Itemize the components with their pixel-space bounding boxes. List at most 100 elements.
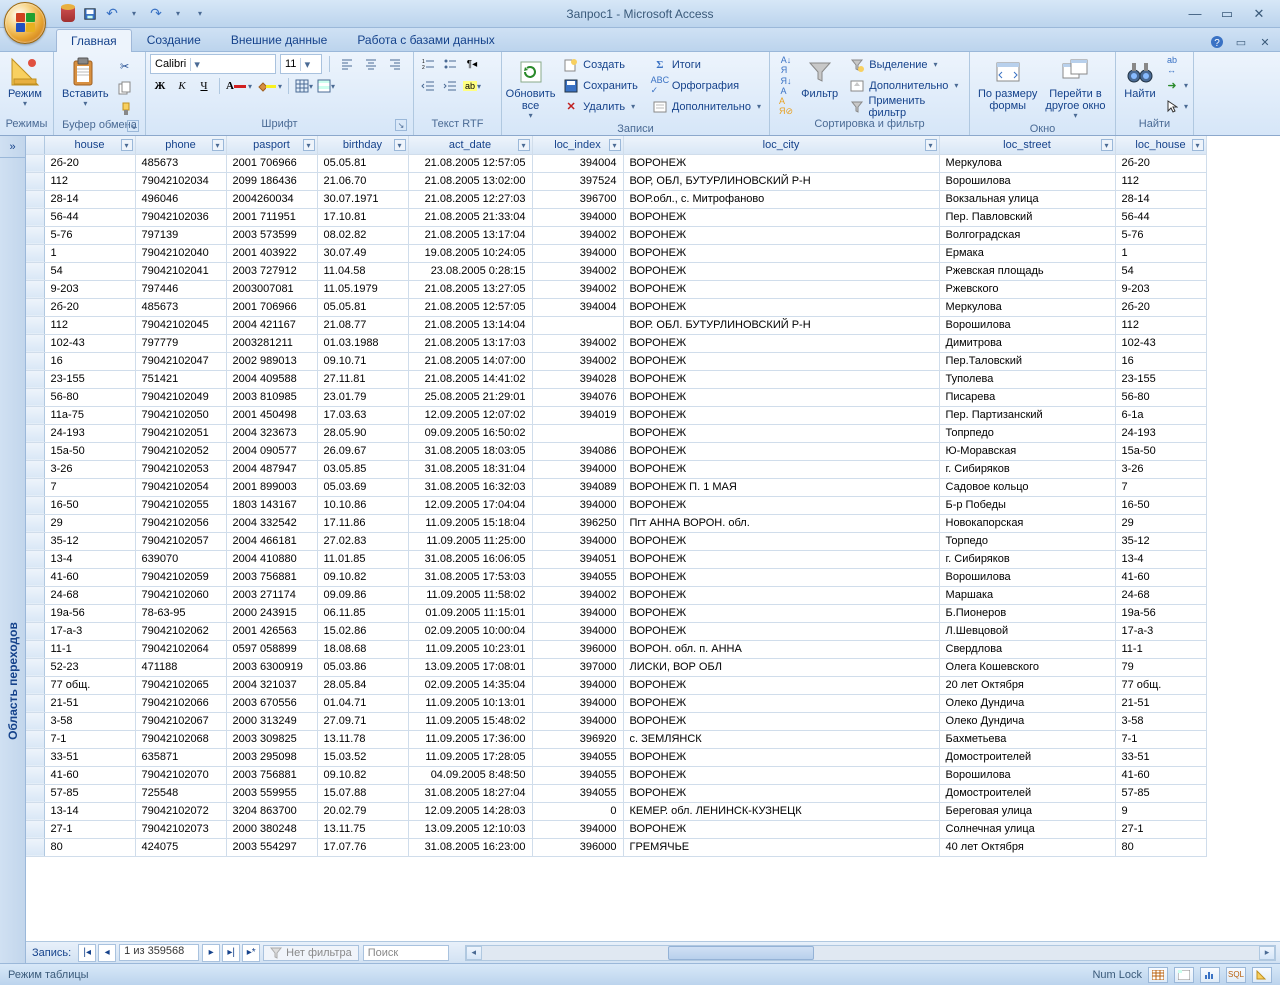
cell[interactable]: 79042102073 xyxy=(135,820,226,838)
table-row[interactable]: 2б-204856732001 70696605.05.8121.08.2005… xyxy=(26,154,1206,172)
cell[interactable]: 394000 xyxy=(532,460,623,478)
cell[interactable]: 05.03.69 xyxy=(317,478,408,496)
cell[interactable]: 2003 727912 xyxy=(226,262,317,280)
cell[interactable]: 79042102054 xyxy=(135,478,226,496)
table-row[interactable]: 102-43797779200328121101.03.198821.08.20… xyxy=(26,334,1206,352)
cell[interactable]: 13-4 xyxy=(44,550,135,568)
cell[interactable]: 28-14 xyxy=(44,190,135,208)
cell[interactable]: 21.08.2005 13:27:05 xyxy=(408,280,532,298)
ribbon-tab-home[interactable]: Главная xyxy=(56,29,132,52)
cell[interactable]: 16 xyxy=(1115,352,1206,370)
cell[interactable]: Маршака xyxy=(939,586,1115,604)
cell[interactable]: 29 xyxy=(44,514,135,532)
cell[interactable]: 79042102052 xyxy=(135,442,226,460)
cell[interactable]: 11.09.2005 17:36:00 xyxy=(408,730,532,748)
cell[interactable]: 394002 xyxy=(532,352,623,370)
horizontal-scrollbar[interactable]: ◂ ▸ xyxy=(465,945,1276,961)
table-row[interactable]: 804240752003 55429717.07.7631.08.2005 16… xyxy=(26,838,1206,856)
cell[interactable]: 21.08.77 xyxy=(317,316,408,334)
recnav-prev[interactable]: ◂ xyxy=(98,944,116,962)
delete-record-button[interactable]: ✕Удалить▾ xyxy=(559,96,642,117)
cell[interactable]: 2001 706966 xyxy=(226,298,317,316)
cell[interactable]: 2003 573599 xyxy=(226,226,317,244)
cell[interactable]: 23.01.79 xyxy=(317,388,408,406)
cell[interactable]: 112 xyxy=(1115,316,1206,334)
cell[interactable]: 2000 243915 xyxy=(226,604,317,622)
cell[interactable]: 2004 409588 xyxy=(226,370,317,388)
column-filter-loc_street[interactable]: ▾ xyxy=(1101,139,1113,151)
cell[interactable]: 79042102036 xyxy=(135,208,226,226)
cell[interactable]: ВОРОНЕЖ xyxy=(623,694,939,712)
cell[interactable]: 08.02.82 xyxy=(317,226,408,244)
cell[interactable]: 06.11.85 xyxy=(317,604,408,622)
cell[interactable]: 56-44 xyxy=(1115,208,1206,226)
cell[interactable]: 397524 xyxy=(532,172,623,190)
cell[interactable]: 33-51 xyxy=(44,748,135,766)
copy-button[interactable] xyxy=(113,77,137,98)
cell[interactable]: 16-50 xyxy=(1115,496,1206,514)
cell[interactable]: ВОРОНЕЖ xyxy=(623,298,939,316)
cell[interactable]: 394028 xyxy=(532,370,623,388)
table-row[interactable]: 77 общ.790421020652004 32103728.05.8402.… xyxy=(26,676,1206,694)
cell[interactable]: 11.09.2005 11:25:00 xyxy=(408,532,532,550)
cell[interactable]: 57-85 xyxy=(44,784,135,802)
row-selector[interactable] xyxy=(26,442,44,460)
table-row[interactable]: 11-1790421020640597 05889918.08.6811.09.… xyxy=(26,640,1206,658)
cell[interactable]: 15.03.52 xyxy=(317,748,408,766)
cell[interactable]: 2001 899003 xyxy=(226,478,317,496)
cell[interactable]: 78-63-95 xyxy=(135,604,226,622)
cell[interactable]: 17.07.76 xyxy=(317,838,408,856)
cell[interactable]: 15а-50 xyxy=(1115,442,1206,460)
cell[interactable]: ВОРОНЕЖ xyxy=(623,226,939,244)
cell[interactable]: 3-26 xyxy=(44,460,135,478)
filter-button[interactable]: Фильтр xyxy=(798,54,841,102)
cell[interactable]: 394019 xyxy=(532,406,623,424)
qat-undo-menu[interactable]: ▾ xyxy=(124,4,144,24)
format-painter-button[interactable] xyxy=(113,98,137,119)
cell[interactable]: 79042102068 xyxy=(135,730,226,748)
view-pivot-button[interactable] xyxy=(1174,967,1194,983)
column-header-loc_house[interactable]: loc_house▾ xyxy=(1115,136,1206,154)
cell[interactable]: 11.01.85 xyxy=(317,550,408,568)
row-selector[interactable] xyxy=(26,802,44,820)
table-row[interactable]: 11а-75790421020502001 45049817.03.6312.0… xyxy=(26,406,1206,424)
cell[interactable]: Пер.Таловский xyxy=(939,352,1115,370)
cell[interactable]: 2003 295098 xyxy=(226,748,317,766)
cell[interactable]: 394076 xyxy=(532,388,623,406)
cell[interactable]: 2003 6300919 xyxy=(226,658,317,676)
font-color-button[interactable]: A▾ xyxy=(225,76,253,96)
cell[interactable]: 79042102050 xyxy=(135,406,226,424)
column-header-phone[interactable]: phone▾ xyxy=(135,136,226,154)
cell[interactable]: 21.08.2005 12:57:05 xyxy=(408,298,532,316)
column-header-loc_street[interactable]: loc_street▾ xyxy=(939,136,1115,154)
cell[interactable]: 2001 711951 xyxy=(226,208,317,226)
column-header-loc_index[interactable]: loc_index▾ xyxy=(532,136,623,154)
cell[interactable]: КЕМЕР. обл. ЛЕНИНСК-КУЗНЕЦК xyxy=(623,802,939,820)
cell[interactable]: 16 xyxy=(44,352,135,370)
cell[interactable]: 30.07.49 xyxy=(317,244,408,262)
highlight-button[interactable]: ab▾ xyxy=(462,76,482,96)
cell[interactable]: 20 лет Октября xyxy=(939,676,1115,694)
cell[interactable]: 57-85 xyxy=(1115,784,1206,802)
cell[interactable]: 27.09.71 xyxy=(317,712,408,730)
cell[interactable]: 394002 xyxy=(532,586,623,604)
cell[interactable]: 9 xyxy=(1115,802,1206,820)
cell[interactable]: ВОР. ОБЛ. БУТУРЛИНОВСКИЙ Р-Н xyxy=(623,316,939,334)
cell[interactable]: 79042102072 xyxy=(135,802,226,820)
cell[interactable]: 03.05.85 xyxy=(317,460,408,478)
row-selector[interactable] xyxy=(26,280,44,298)
row-selector[interactable] xyxy=(26,334,44,352)
spelling-button[interactable]: ABC✓Орфография xyxy=(648,75,765,96)
cell[interactable]: 2003 756881 xyxy=(226,766,317,784)
gridlines-button[interactable]: ▾ xyxy=(294,76,314,96)
font-size-combo[interactable]: 11▾ xyxy=(280,54,322,74)
cell[interactable]: ВОРОНЕЖ xyxy=(623,352,939,370)
cell[interactable]: 28-14 xyxy=(1115,190,1206,208)
cell[interactable]: 27-1 xyxy=(1115,820,1206,838)
cell[interactable]: 80 xyxy=(1115,838,1206,856)
recnav-position[interactable]: 1 из 359568 xyxy=(119,944,199,961)
cell[interactable]: 09.09.86 xyxy=(317,586,408,604)
cell[interactable]: ВОРОНЕЖ xyxy=(623,154,939,172)
cell[interactable]: 394004 xyxy=(532,298,623,316)
cell[interactable] xyxy=(532,424,623,442)
